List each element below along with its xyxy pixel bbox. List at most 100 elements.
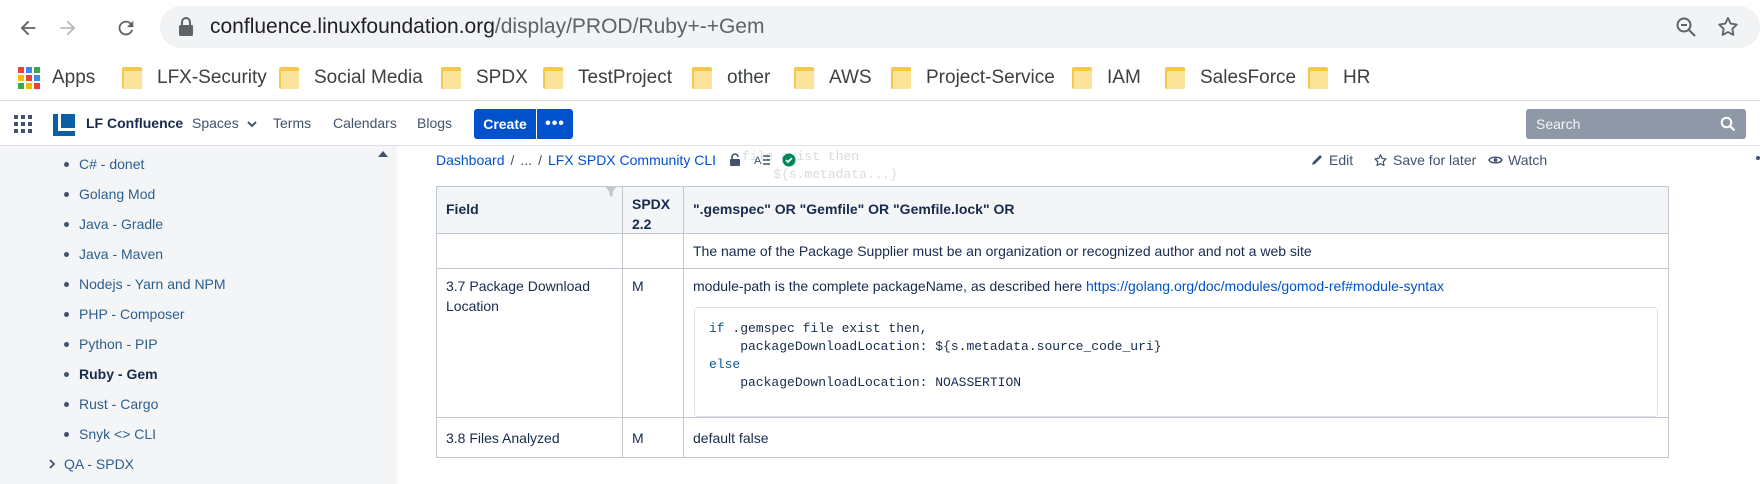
bookmark-aws[interactable]: AWS [794, 63, 872, 93]
forward-button[interactable] [48, 8, 88, 48]
table-cell-desc: module-path is the complete packageName,… [684, 269, 1668, 417]
header-label: ".gemspec" OR "Gemfile" OR "Gemfile.lock… [693, 201, 1015, 217]
sidebar-item-java-gradle[interactable]: Java - Gradle [64, 216, 163, 232]
code-line: packageDownloadLocation: NOASSERTION [709, 374, 1643, 392]
sidebar-item-csharp[interactable]: C# - donet [64, 156, 144, 172]
verified-check-icon[interactable] [782, 153, 796, 167]
sidebar-item-ruby[interactable]: Ruby - Gem [64, 366, 158, 382]
header-cell-field[interactable]: Field [437, 185, 623, 233]
zoom-out-icon[interactable] [1674, 15, 1698, 39]
sidebar-item-snyk[interactable]: Snyk <> CLI [64, 426, 156, 442]
bookmark-salesforce[interactable]: SalesForce [1165, 63, 1296, 93]
bullet-icon [64, 371, 69, 377]
create-more-button[interactable]: ••• [537, 109, 573, 139]
lf-logo-icon[interactable] [52, 113, 76, 137]
sidebar-item-label: Java - Maven [79, 246, 164, 262]
bookmark-label: Project-Service [926, 67, 1055, 88]
bullet-icon [64, 191, 69, 197]
bullet-icon [64, 281, 69, 287]
page-width-icon[interactable]: A [754, 153, 771, 167]
bookmark-label: LFX-Security [157, 67, 267, 88]
nav-calendars[interactable]: Calendars [333, 115, 397, 131]
filter-icon[interactable] [604, 185, 618, 199]
bookmark-other[interactable]: other [692, 63, 770, 93]
table-cell-desc: default false [693, 430, 769, 446]
pencil-icon [1312, 155, 1322, 165]
code-text: .gemspec file exist then, [724, 321, 928, 336]
bookmark-lfx-security[interactable]: LFX-Security [122, 63, 267, 93]
reload-icon [118, 20, 134, 36]
table-cell-desc: The name of the Package Supplier must be… [693, 243, 1312, 259]
search-icon[interactable] [1720, 116, 1736, 132]
bookmark-iam[interactable]: IAM [1072, 63, 1141, 93]
gomod-ref-link[interactable]: https://golang.org/doc/modules/gomod-ref… [1086, 278, 1444, 294]
table-cell-spdx [623, 234, 684, 268]
bookmark-spdx[interactable]: SPDX [441, 63, 528, 93]
code-line: if .gemspec file exist then, [709, 320, 1643, 338]
app-switcher-icon[interactable] [14, 115, 32, 133]
page-tree-sidebar: C# - donet Golang Mod Java - Gradle Java… [0, 146, 397, 484]
address-bar[interactable]: confluence.linuxfoundation.org/display/P… [160, 6, 1760, 48]
bookmark-hr[interactable]: HR [1308, 63, 1370, 93]
watch-button[interactable]: Watch [1488, 152, 1547, 168]
sidebar-item-golang[interactable]: Golang Mod [64, 186, 155, 202]
sidebar-item-java-maven[interactable]: Java - Maven [64, 246, 163, 262]
bullet-icon [64, 311, 69, 317]
sidebar-item-nodejs[interactable]: Nodejs - Yarn and NPM [64, 276, 226, 292]
bookmark-star-icon[interactable] [1716, 15, 1740, 39]
bullet-icon [64, 221, 69, 227]
table-row: 3.8 Files Analyzed M default false [436, 418, 1669, 458]
folder-icon [279, 67, 299, 89]
sidebar-item-label: Golang Mod [79, 186, 156, 202]
table-cell-spdx: M [623, 418, 684, 457]
chevron-right-icon[interactable] [48, 459, 56, 469]
nav-terms[interactable]: Terms [273, 115, 311, 131]
table-row: 3.7 Package Download Location M module-p… [436, 269, 1669, 418]
svg-text:A: A [754, 155, 762, 167]
bookmark-label: AWS [829, 67, 872, 88]
eye-icon [1488, 156, 1503, 164]
share-icon [1756, 156, 1760, 160]
bullet-icon [64, 401, 69, 407]
nav-spaces-label: Spaces [192, 115, 239, 131]
sidebar-item-rust[interactable]: Rust - Cargo [64, 396, 158, 412]
save-for-later-button[interactable]: Save for later [1373, 152, 1476, 168]
caret-up-icon[interactable] [377, 150, 389, 158]
folder-icon [1165, 67, 1185, 89]
bookmark-social-media[interactable]: Social Media [279, 63, 423, 93]
code-block: if .gemspec file exist then, packageDown… [694, 307, 1658, 417]
code-keyword: else [709, 357, 741, 372]
search-input[interactable] [1536, 114, 1716, 134]
bookmark-label: other [727, 67, 771, 88]
sidebar-item-python[interactable]: Python - PIP [64, 336, 158, 352]
breadcrumb-page[interactable]: LFX SPDX Community CLI [548, 152, 716, 168]
share-button[interactable] [1752, 152, 1760, 164]
breadcrumb-ellipsis[interactable]: ... [520, 152, 532, 168]
back-button[interactable] [8, 8, 48, 48]
breadcrumb-dashboard[interactable]: Dashboard [436, 152, 505, 168]
unlock-icon[interactable] [728, 153, 742, 167]
bookmark-project-service[interactable]: Project-Service [891, 63, 1055, 93]
header-cell-gemspec: ".gemspec" OR "Gemfile" OR "Gemfile.lock… [684, 187, 1668, 233]
nav-blogs[interactable]: Blogs [417, 115, 452, 131]
url-text: confluence.linuxfoundation.org/display/P… [210, 14, 764, 40]
bookmark-testproject[interactable]: TestProject [543, 63, 672, 93]
bullet-icon [64, 341, 69, 347]
reload-button[interactable] [106, 8, 146, 48]
folder-icon [1308, 67, 1328, 89]
watch-label: Watch [1508, 152, 1548, 168]
app-name[interactable]: LF Confluence [86, 115, 183, 131]
sidebar-item-label: Snyk <> CLI [79, 426, 157, 442]
edit-button[interactable]: Edit [1310, 152, 1353, 168]
sidebar-item-php[interactable]: PHP - Composer [64, 306, 185, 322]
create-button[interactable]: Create [474, 109, 536, 139]
confluence-header: LF Confluence Spaces Terms Calendars Blo… [0, 102, 1760, 146]
sidebar-item-label: Python - PIP [79, 336, 158, 352]
apps-grid-icon [18, 67, 40, 89]
bookmark-apps[interactable]: Apps [18, 63, 95, 93]
sidebar-item-qa-spdx[interactable]: QA - SPDX [48, 456, 134, 472]
nav-spaces[interactable]: Spaces [192, 115, 257, 131]
table-row: The name of the Package Supplier must be… [436, 234, 1669, 269]
folder-icon [1072, 67, 1092, 89]
bookmark-label: Social Media [314, 67, 423, 88]
